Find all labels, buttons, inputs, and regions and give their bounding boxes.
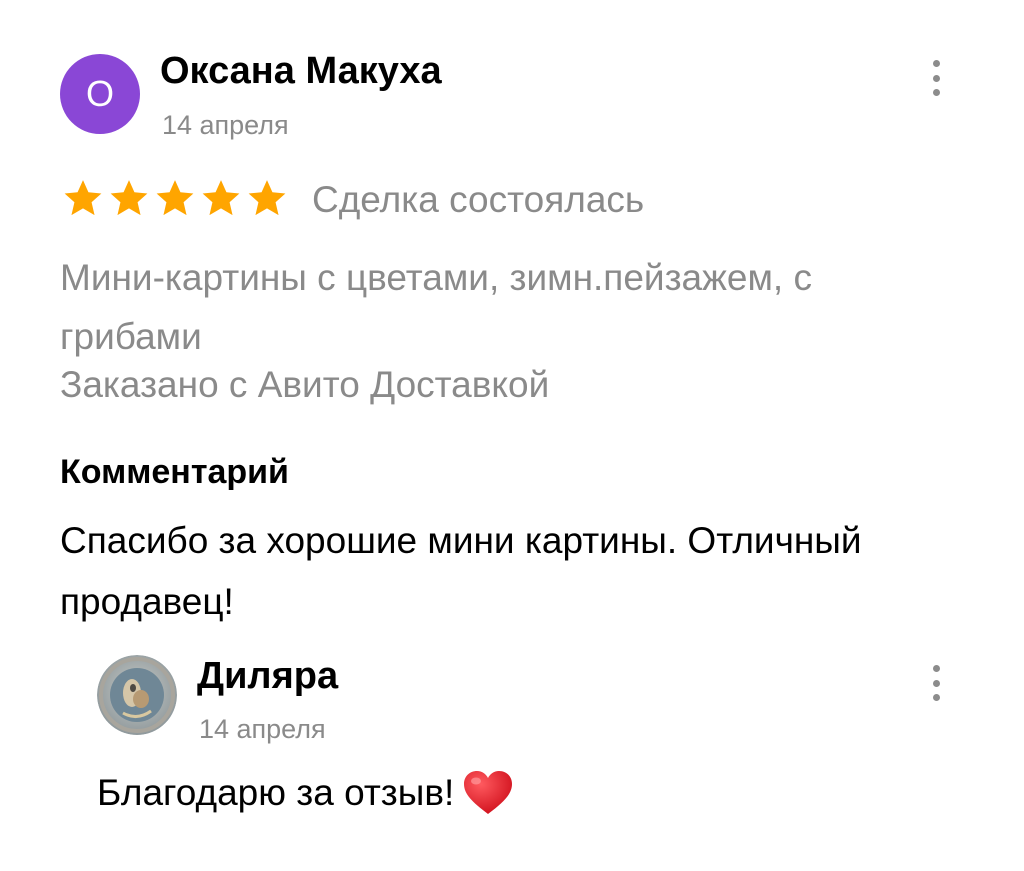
item-title[interactable]: Мини-картины с цветами, зимн.пейзажем, с… — [60, 248, 960, 366]
more-vertical-icon-dot — [932, 679, 940, 687]
review-card: О Оксана Макуха 14 апреля Сделка состоял… — [0, 0, 1024, 871]
heart-icon — [464, 771, 513, 814]
seller-photo — [97, 655, 177, 735]
reply-date: 14 апреля — [199, 714, 326, 744]
star-icon — [156, 180, 194, 216]
star-icon — [64, 180, 102, 216]
more-vertical-icon — [932, 60, 940, 67]
delivery-info: Заказано с Авито Доставкой — [60, 364, 550, 405]
comment-text: Спасибо за хорошие мини картины. Отличны… — [60, 520, 862, 622]
more-vertical-icon — [932, 665, 940, 672]
star-icon — [248, 180, 286, 216]
more-vertical-icon-dot — [932, 694, 940, 701]
reply-more-button[interactable] — [926, 665, 946, 701]
rating-stars — [60, 177, 290, 219]
seller-name[interactable]: Диляра — [197, 655, 338, 698]
author-name[interactable]: Оксана Макуха — [160, 50, 442, 93]
reply-text: Благодарю за отзыв! — [97, 772, 455, 813]
more-vertical-icon-dot — [932, 74, 940, 82]
reply-text-row: Благодарю за отзыв! — [97, 770, 514, 816]
author-avatar[interactable]: О — [60, 54, 140, 134]
comment-heading: Комментарий — [60, 453, 289, 491]
review-date: 14 апреля — [162, 110, 289, 140]
deal-status: Сделка состоялась — [312, 179, 645, 220]
star-icon — [110, 180, 148, 216]
author-avatar-letter: О — [85, 73, 114, 114]
review-more-button[interactable] — [926, 60, 946, 96]
star-icon — [202, 180, 240, 216]
more-vertical-icon-dot — [932, 89, 940, 96]
seller-avatar[interactable] — [97, 655, 177, 735]
